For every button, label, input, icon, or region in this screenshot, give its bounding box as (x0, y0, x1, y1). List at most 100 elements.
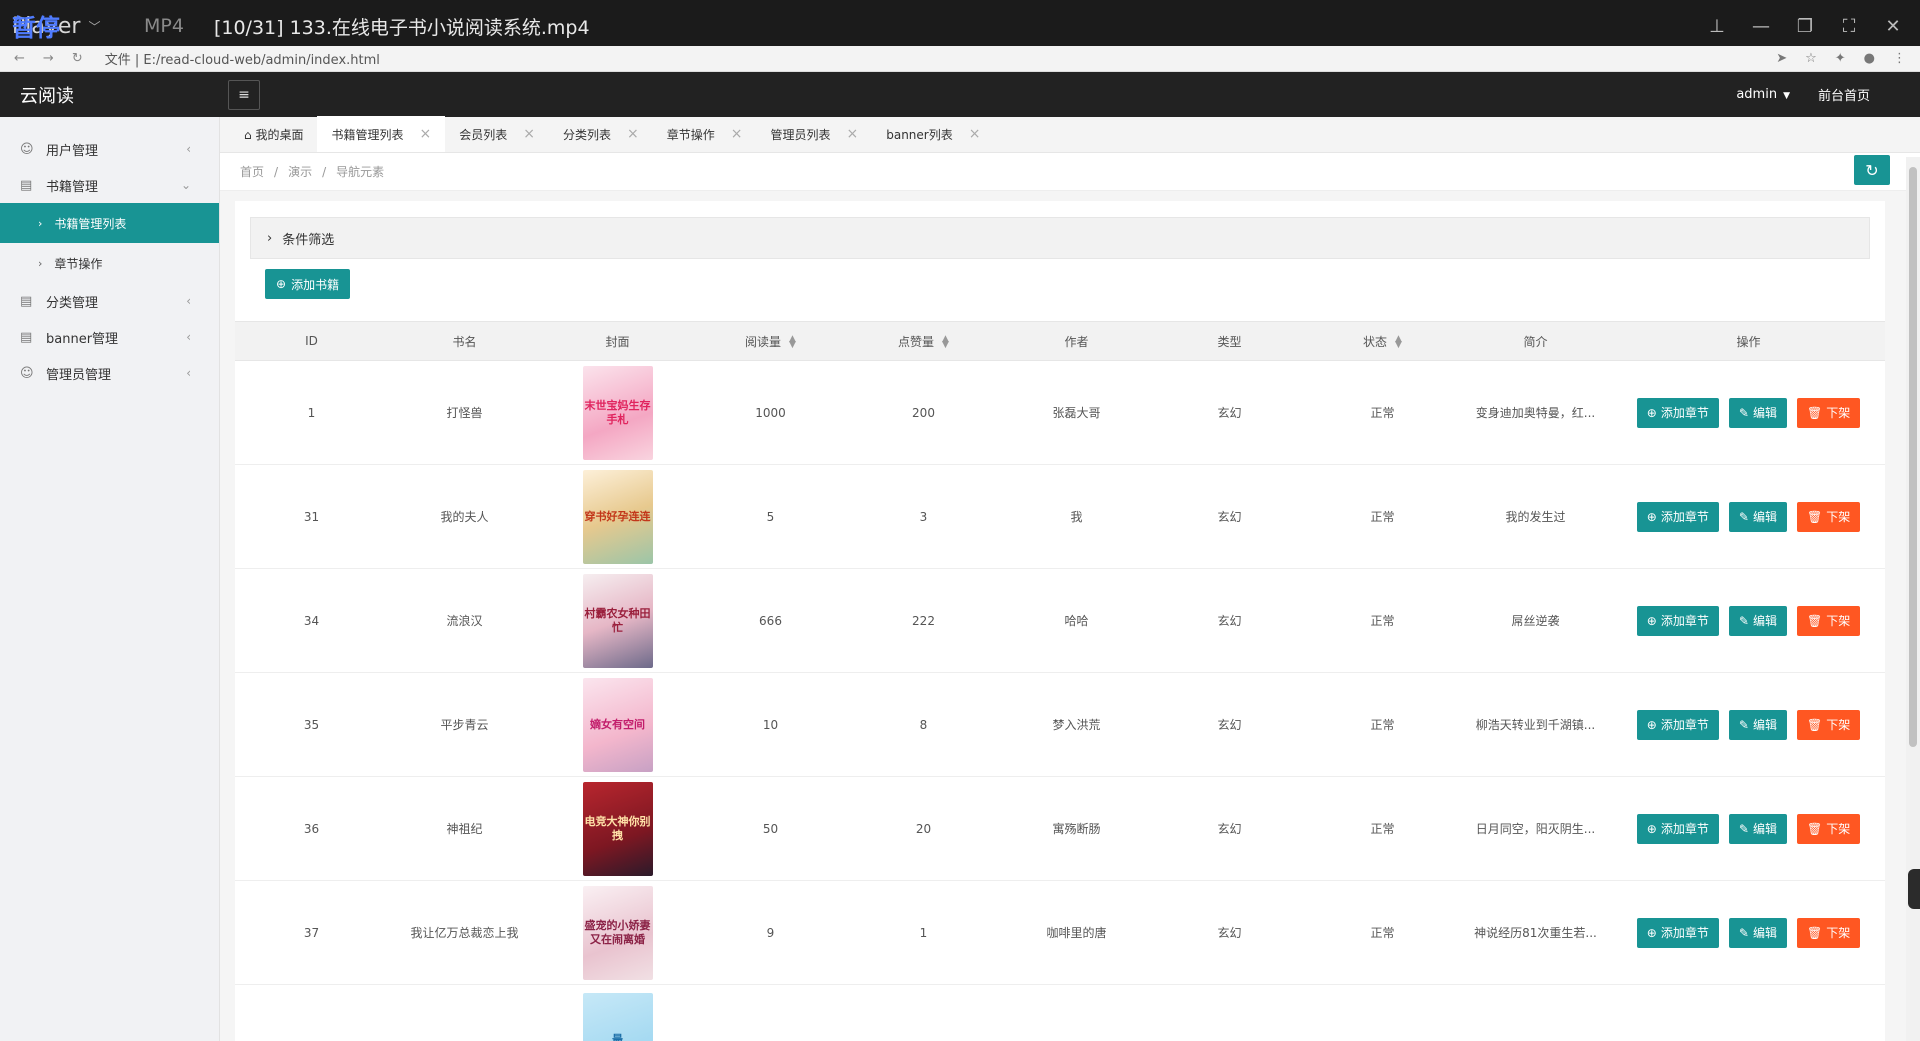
edit-button[interactable]: ✎ 编辑 (1728, 605, 1787, 636)
book-cover-image: 穿书好孕连连 (582, 469, 653, 564)
sort-icon[interactable]: ▲ ▼ (789, 335, 796, 350)
button-label: 添加章节 (1660, 718, 1709, 732)
sidebar-item-books[interactable]: ▤ 书籍管理 ⌄ (0, 167, 219, 203)
cell-type: 玄幻 (1217, 718, 1242, 732)
offshelf-button[interactable]: 🗑 下架 (1796, 813, 1861, 844)
table-row: 最 (235, 985, 1885, 1041)
fullscreen-icon[interactable]: ⛶ (1838, 16, 1860, 37)
close-icon[interactable]: × (419, 126, 431, 142)
close-icon[interactable]: × (969, 126, 981, 142)
offshelf-button[interactable]: 🗑 下架 (1796, 501, 1861, 532)
tab-label: banner列表 (886, 127, 953, 142)
reload-icon[interactable]: ↻ (72, 51, 83, 66)
sidebar-item-categories[interactable]: ▤ 分类管理 ‹ (0, 283, 219, 319)
minimize-icon[interactable]: — (1750, 16, 1772, 37)
add-chapter-button[interactable]: ⊕ 添加章节 (1636, 501, 1719, 532)
tab-banners[interactable]: banner列表 × (872, 116, 994, 152)
forward-icon[interactable]: → (43, 51, 54, 66)
chevron-left-icon: ‹ (186, 294, 191, 308)
address-bar[interactable]: 文件 | E:/read-cloud-web/admin/index.html (105, 49, 380, 68)
extension-icon[interactable]: ✦ (1835, 51, 1846, 66)
edit-button[interactable]: ✎ 编辑 (1728, 501, 1787, 532)
sidebar-item-admins[interactable]: ☺ 管理员管理 ‹ (0, 355, 219, 391)
cell-intro: 变身迪加奥特曼，红... (1475, 406, 1596, 420)
close-icon[interactable]: × (523, 126, 535, 142)
edit-button[interactable]: ✎ 编辑 (1728, 397, 1787, 428)
cell-id: 1 (307, 405, 316, 420)
tab-book-list[interactable]: 书籍管理列表 × (317, 116, 446, 152)
header-label: 点赞量 (898, 334, 935, 349)
edit-button[interactable]: ✎ 编辑 (1728, 709, 1787, 740)
front-page-link[interactable]: 前台首页 (1818, 85, 1870, 104)
button-label: 下架 (1826, 822, 1851, 836)
close-icon[interactable]: × (627, 126, 639, 142)
add-chapter-button[interactable]: ⊕ 添加章节 (1636, 813, 1719, 844)
edit-button[interactable]: ✎ 编辑 (1728, 813, 1787, 844)
user-menu[interactable]: admin ▼ (1736, 87, 1790, 102)
cell-id: 35 (303, 717, 320, 732)
side-panel-handle[interactable] (1908, 869, 1920, 909)
player-title-bar: Player ﹀ 暂停 MP4 [10/31] 133.在线电子书小说阅读系统.… (0, 0, 1920, 52)
sidebar-item-banner[interactable]: ▤ banner管理 ‹ (0, 319, 219, 355)
add-chapter-button[interactable]: ⊕ 添加章节 (1636, 917, 1719, 948)
add-book-button[interactable]: ⊕ 添加书籍 (265, 269, 351, 299)
tab-categories[interactable]: 分类列表 × (549, 116, 653, 152)
breadcrumb-item[interactable]: 首页 (240, 163, 264, 180)
cell-id: 34 (303, 613, 320, 628)
button-label: 下架 (1826, 406, 1851, 420)
back-icon[interactable]: ← (14, 51, 25, 66)
add-chapter-button[interactable]: ⊕ 添加章节 (1636, 397, 1719, 428)
profile-icon[interactable]: ● (1864, 51, 1875, 66)
sidebar-subitem-chapters[interactable]: › 章节操作 (0, 243, 219, 283)
sort-icon[interactable]: ▲ ▼ (942, 335, 949, 350)
close-icon[interactable]: × (846, 126, 858, 142)
sort-icon[interactable]: ▲ ▼ (1395, 335, 1402, 350)
sidebar-subitem-book-list[interactable]: › 书籍管理列表 (0, 203, 219, 243)
breadcrumb-separator: / (274, 164, 279, 179)
tab-members[interactable]: 会员列表 × (445, 116, 549, 152)
cell-name: 我让亿万总裁恋上我 (410, 926, 519, 940)
restore-icon[interactable]: ❐ (1794, 16, 1816, 37)
cell-cover: 电竞大神你别拽 (541, 781, 694, 876)
share-icon[interactable]: ➤ (1776, 51, 1787, 66)
header-read[interactable]: 阅读量 ▲ ▼ (694, 333, 847, 350)
scrollbar-thumb[interactable] (1909, 167, 1917, 747)
tab-desktop[interactable]: ⌂ 我的桌面 (230, 116, 317, 152)
header-ops: 操作 (1736, 334, 1761, 349)
button-label: 添加章节 (1660, 614, 1709, 628)
cell-author: 咖啡里的唐 (1046, 926, 1107, 940)
offshelf-button[interactable]: 🗑 下架 (1796, 397, 1861, 428)
star-icon[interactable]: ☆ (1805, 51, 1817, 66)
chevron-down-icon[interactable]: ﹀ (88, 18, 100, 35)
player-logo[interactable]: Player ﹀ 暂停 (12, 0, 122, 52)
refresh-button[interactable]: ↻ (1854, 155, 1890, 185)
pencil-icon: ✎ (1738, 717, 1749, 732)
close-icon[interactable]: ✕ (1882, 16, 1904, 37)
edit-button[interactable]: ✎ 编辑 (1728, 917, 1787, 948)
menu-toggle-button[interactable]: ≡ (228, 79, 260, 110)
close-icon[interactable]: × (731, 126, 743, 142)
add-chapter-button[interactable]: ⊕ 添加章节 (1636, 605, 1719, 636)
main-content: 首页 / 演示 / 导航元素 ↻ › 条件筛选 ⊕ 添加书籍 ID 书名 封面 阅读… (220, 153, 1920, 1041)
header-like[interactable]: 点赞量 ▲ ▼ (847, 333, 1000, 350)
pin-icon[interactable]: ⊥ (1706, 16, 1728, 37)
cell-cover: 最 (541, 993, 694, 1041)
button-label: 编辑 (1752, 614, 1777, 628)
book-cover-image: 电竞大神你别拽 (582, 781, 653, 876)
plus-circle-icon: ⊕ (1646, 821, 1657, 836)
add-chapter-button[interactable]: ⊕ 添加章节 (1636, 709, 1719, 740)
cell-name: 我的夫人 (440, 510, 489, 524)
filter-collapse[interactable]: › 条件筛选 (250, 217, 1870, 259)
sidebar-item-users[interactable]: ☺ 用户管理 ‹ (0, 131, 219, 167)
tab-admins[interactable]: 管理员列表 × (756, 116, 872, 152)
offshelf-button[interactable]: 🗑 下架 (1796, 917, 1861, 948)
breadcrumb-item[interactable]: 演示 (288, 163, 312, 180)
offshelf-button[interactable]: 🗑 下架 (1796, 605, 1861, 636)
trash-icon: 🗑 (1806, 821, 1823, 836)
button-label: 添加章节 (1660, 926, 1709, 940)
tab-chapters[interactable]: 章节操作 × (653, 116, 757, 152)
more-icon[interactable]: ⋮ (1893, 51, 1906, 66)
header-status[interactable]: 状态 ▲ ▼ (1306, 333, 1459, 350)
trash-icon: 🗑 (1806, 925, 1823, 940)
offshelf-button[interactable]: 🗑 下架 (1796, 709, 1861, 740)
